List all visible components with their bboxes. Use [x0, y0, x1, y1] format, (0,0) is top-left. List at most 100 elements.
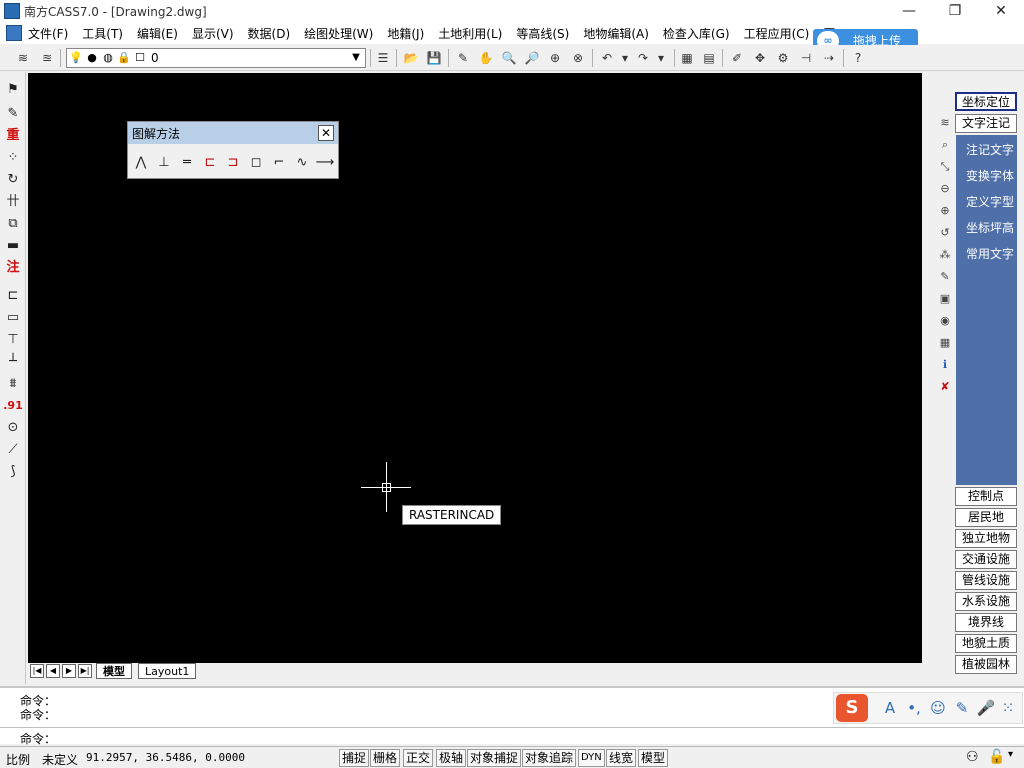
- block-icon[interactable]: ▣: [936, 290, 954, 308]
- menu-data[interactable]: 数据(D): [248, 25, 291, 42]
- properties-icon[interactable]: ▦: [678, 49, 696, 67]
- step-line-icon[interactable]: ⌐: [269, 154, 289, 172]
- freeze-icon[interactable]: ◍: [101, 51, 115, 65]
- category-boundary[interactable]: 境界线: [955, 613, 1017, 632]
- layers-icon[interactable]: ≋: [14, 49, 32, 67]
- angle-line-icon[interactable]: ⋀: [131, 154, 151, 172]
- trim-icon[interactable]: ⊣: [797, 49, 815, 67]
- undo-dropdown-icon[interactable]: ▾: [616, 49, 634, 67]
- spiral-icon[interactable]: ↻: [3, 170, 23, 190]
- maximize-button[interactable]: ❐: [932, 0, 978, 22]
- elevation-icon[interactable]: .91: [3, 396, 23, 416]
- language-mode-icon[interactable]: A: [880, 697, 900, 719]
- text-annotation-button[interactable]: 文字注记: [955, 114, 1017, 133]
- circle-point-icon[interactable]: ⊙: [3, 418, 23, 438]
- layers-icon[interactable]: ≋: [936, 114, 954, 132]
- tab-layout1[interactable]: Layout1: [138, 663, 197, 679]
- eye-icon[interactable]: ◉: [936, 312, 954, 330]
- menu-cadastre[interactable]: 地籍(J): [387, 25, 424, 42]
- toolbar-lock-icon[interactable]: 🔓: [988, 749, 1005, 765]
- redo-icon[interactable]: ↷: [634, 49, 652, 67]
- fence-icon[interactable]: ┴: [3, 352, 23, 372]
- query-icon[interactable]: ⌕: [936, 136, 954, 154]
- menu-feature-edit[interactable]: 地物编辑(A): [583, 25, 649, 42]
- arrow-line-icon[interactable]: ⟶: [315, 154, 335, 172]
- menu-land-use[interactable]: 土地利用(L): [438, 25, 502, 42]
- zoom-annotate-icon[interactable]: ⧉: [3, 214, 23, 234]
- next-tab-button[interactable]: ▶: [62, 664, 76, 678]
- pencil-icon[interactable]: ✎: [454, 49, 472, 67]
- model-toggle[interactable]: 模型: [638, 749, 669, 767]
- snap-toggle[interactable]: 捕捉: [339, 749, 370, 767]
- category-residential[interactable]: 居民地: [955, 508, 1017, 527]
- category-pipeline[interactable]: 管线设施: [955, 571, 1017, 590]
- document-icon[interactable]: [6, 25, 22, 41]
- red-bracket-icon[interactable]: ⊏: [200, 154, 220, 172]
- dyn-toggle[interactable]: DYN: [578, 749, 605, 767]
- calculator-icon[interactable]: ▤: [700, 49, 718, 67]
- move-icon[interactable]: ✥: [751, 49, 769, 67]
- polar-toggle[interactable]: 极轴: [436, 749, 467, 767]
- nodes-icon[interactable]: ⁂: [936, 246, 954, 264]
- zoom-extents-icon[interactable]: ⊗: [569, 49, 587, 67]
- help-icon[interactable]: ?: [849, 49, 867, 67]
- last-tab-button[interactable]: ▶|: [78, 664, 92, 678]
- otrack-toggle[interactable]: 对象追踪: [522, 749, 577, 767]
- menu-view[interactable]: 显示(V): [192, 25, 234, 42]
- first-tab-button[interactable]: |◀: [30, 664, 44, 678]
- shape-step-icon[interactable]: ⊏: [3, 286, 23, 306]
- zoom-in-icon[interactable]: ⊕: [546, 49, 564, 67]
- menu-contour[interactable]: 等高线(S): [516, 25, 569, 42]
- diagonal-line-icon[interactable]: ⟋: [3, 440, 23, 460]
- category-transport[interactable]: 交通设施: [955, 550, 1017, 569]
- save-icon[interactable]: 💾: [425, 49, 443, 67]
- lock-icon[interactable]: 🔒: [117, 51, 131, 65]
- category-control-point[interactable]: 控制点: [955, 487, 1017, 506]
- grid-points-icon[interactable]: ⁘: [3, 148, 23, 168]
- zigzag-icon[interactable]: ∿: [292, 154, 312, 172]
- annotate-icon[interactable]: 注: [3, 258, 23, 278]
- category-vegetation[interactable]: 植被园林: [955, 655, 1017, 674]
- palette-close-button[interactable]: ✕: [318, 125, 334, 141]
- emoji-icon[interactable]: ☺: [928, 697, 948, 719]
- rotate-icon[interactable]: ↺: [936, 224, 954, 242]
- command-prompt[interactable]: 命令：: [20, 730, 56, 747]
- red-rectangle-icon[interactable]: ⊐: [223, 154, 243, 172]
- measure-icon[interactable]: ✐: [728, 49, 746, 67]
- close-button[interactable]: ✕: [978, 0, 1024, 22]
- redraw-icon[interactable]: 重: [3, 126, 23, 146]
- curve-icon[interactable]: ⟆: [3, 462, 23, 482]
- tab-model[interactable]: 模型: [96, 663, 132, 679]
- lightbulb-icon[interactable]: 💡: [69, 51, 83, 65]
- info-icon[interactable]: ℹ: [936, 356, 954, 374]
- layer-states-icon[interactable]: ≊: [38, 49, 56, 67]
- list-item[interactable]: 常用文字: [966, 245, 1014, 262]
- grid-toggle[interactable]: 栅格: [370, 749, 401, 767]
- snap-settings-icon[interactable]: ⚙: [774, 49, 792, 67]
- menu-engineering[interactable]: 工程应用(C): [744, 25, 810, 42]
- double-line-icon[interactable]: ⊤: [3, 330, 23, 350]
- menu-tools[interactable]: 工具(T): [82, 25, 123, 42]
- sun-icon[interactable]: ●: [85, 51, 99, 65]
- palette-header[interactable]: 图解方法 ✕: [128, 122, 338, 144]
- list-item[interactable]: 注记文字: [966, 141, 1014, 158]
- sogou-logo-icon[interactable]: S: [836, 694, 868, 722]
- zoom-window-icon[interactable]: 🔎: [523, 49, 541, 67]
- undo-icon[interactable]: ↶: [598, 49, 616, 67]
- coord-locate-button[interactable]: 坐标定位: [955, 92, 1017, 111]
- pan-icon[interactable]: ✋: [477, 49, 495, 67]
- list-item[interactable]: 定义字型: [966, 193, 1014, 210]
- dashed-line-icon[interactable]: ▬: [3, 236, 23, 256]
- osnap-toggle[interactable]: 对象捕捉: [467, 749, 522, 767]
- punctuation-icon[interactable]: •,: [904, 697, 924, 719]
- point-tag-icon[interactable]: ⚑: [3, 80, 23, 100]
- category-independent-feature[interactable]: 独立地物: [955, 529, 1017, 548]
- delete-icon[interactable]: ✘: [936, 378, 954, 396]
- minimize-button[interactable]: —: [886, 0, 932, 22]
- dashed-double-icon[interactable]: ═: [177, 154, 197, 172]
- linetype-icon[interactable]: ☰: [374, 49, 392, 67]
- menu-drawing[interactable]: 绘图处理(W): [304, 25, 373, 42]
- microphone-icon[interactable]: 🎤: [976, 697, 996, 719]
- ortho-toggle[interactable]: 正交: [403, 749, 434, 767]
- color-square-icon[interactable]: ☐: [133, 51, 147, 65]
